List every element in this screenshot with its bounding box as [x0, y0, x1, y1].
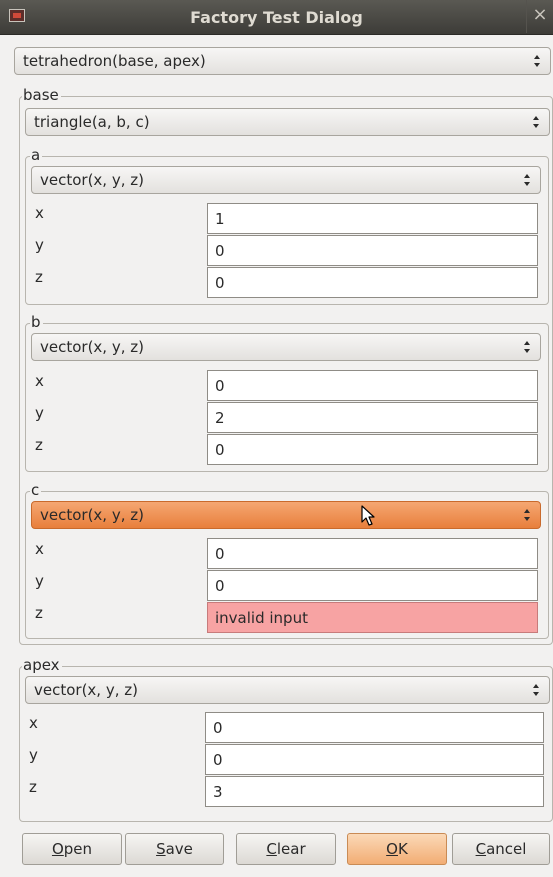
- updown-arrow-icon: [524, 509, 530, 521]
- a-z-label: z: [35, 268, 43, 286]
- ok-label: K: [397, 840, 408, 858]
- b-z-label: z: [35, 436, 43, 454]
- open-mnemonic: O: [51, 840, 64, 858]
- c-z-input[interactable]: invalid input: [207, 602, 538, 633]
- save-mnemonic: S: [156, 840, 166, 858]
- save-label: ave: [165, 840, 193, 858]
- vector-c-combo[interactable]: vector(x, y, z): [31, 501, 541, 529]
- updown-arrow-icon: [524, 174, 530, 186]
- apex-z-label: z: [29, 778, 37, 796]
- vector-b-combo-value: vector(x, y, z): [40, 338, 144, 356]
- mouse-pointer-icon: [361, 505, 375, 526]
- updown-arrow-icon: [524, 341, 530, 353]
- vector-b-combo[interactable]: vector(x, y, z): [31, 333, 541, 361]
- b-z-input[interactable]: 0: [207, 434, 538, 465]
- b-y-input[interactable]: 2: [207, 402, 538, 433]
- apex-combo-value: vector(x, y, z): [34, 681, 138, 699]
- save-button[interactable]: Save: [125, 833, 224, 865]
- apex-x-label: x: [29, 714, 38, 732]
- clear-button[interactable]: Clear: [236, 833, 336, 865]
- a-z-input[interactable]: 0: [207, 267, 538, 298]
- c-x-input[interactable]: 0: [207, 538, 538, 569]
- apex-combo[interactable]: vector(x, y, z): [25, 676, 550, 704]
- ok-mnemonic: O: [386, 840, 398, 858]
- ok-button[interactable]: OK: [347, 833, 447, 865]
- window-title: Factory Test Dialog: [190, 8, 363, 27]
- vector-a-combo-value: vector(x, y, z): [40, 171, 144, 189]
- c-y-label: y: [35, 572, 44, 590]
- c-x-label: x: [35, 540, 44, 558]
- factory-combo[interactable]: tetrahedron(base, apex): [14, 47, 551, 75]
- vector-c-combo-value: vector(x, y, z): [40, 506, 144, 524]
- apex-y-input[interactable]: 0: [205, 744, 544, 775]
- b-x-input[interactable]: 0: [207, 370, 538, 401]
- open-label: pen: [63, 840, 93, 858]
- c-y-input[interactable]: 0: [207, 570, 538, 601]
- a-x-input[interactable]: 1: [207, 203, 538, 234]
- updown-arrow-icon: [533, 684, 539, 696]
- cancel-label: ancel: [486, 840, 527, 858]
- clear-label: lear: [276, 840, 306, 858]
- close-icon[interactable]: ×: [526, 0, 553, 33]
- a-y-input[interactable]: 0: [207, 235, 538, 266]
- base-combo[interactable]: triangle(a, b, c): [25, 108, 550, 136]
- vector-c-label: c: [30, 481, 42, 499]
- updown-arrow-icon: [534, 55, 540, 67]
- cancel-button[interactable]: Cancel: [452, 833, 550, 865]
- open-button[interactable]: Open: [22, 833, 122, 865]
- apex-group-label: apex: [22, 656, 62, 674]
- b-x-label: x: [35, 372, 44, 390]
- vector-a-label: a: [30, 146, 43, 164]
- apex-y-label: y: [29, 746, 38, 764]
- vector-b-label: b: [30, 313, 43, 331]
- vector-a-combo[interactable]: vector(x, y, z): [31, 166, 541, 194]
- cancel-mnemonic: C: [475, 840, 487, 858]
- factory-combo-value: tetrahedron(base, apex): [23, 52, 206, 70]
- clear-mnemonic: C: [266, 840, 277, 858]
- base-combo-value: triangle(a, b, c): [34, 113, 150, 131]
- title-bar: Factory Test Dialog ×: [0, 0, 553, 35]
- apex-z-input[interactable]: 3: [205, 776, 544, 807]
- a-x-label: x: [35, 204, 44, 222]
- updown-arrow-icon: [533, 116, 539, 128]
- apex-x-input[interactable]: 0: [205, 712, 544, 743]
- a-y-label: y: [35, 236, 44, 254]
- base-group-label: base: [22, 86, 61, 104]
- b-y-label: y: [35, 404, 44, 422]
- c-z-label: z: [35, 604, 43, 622]
